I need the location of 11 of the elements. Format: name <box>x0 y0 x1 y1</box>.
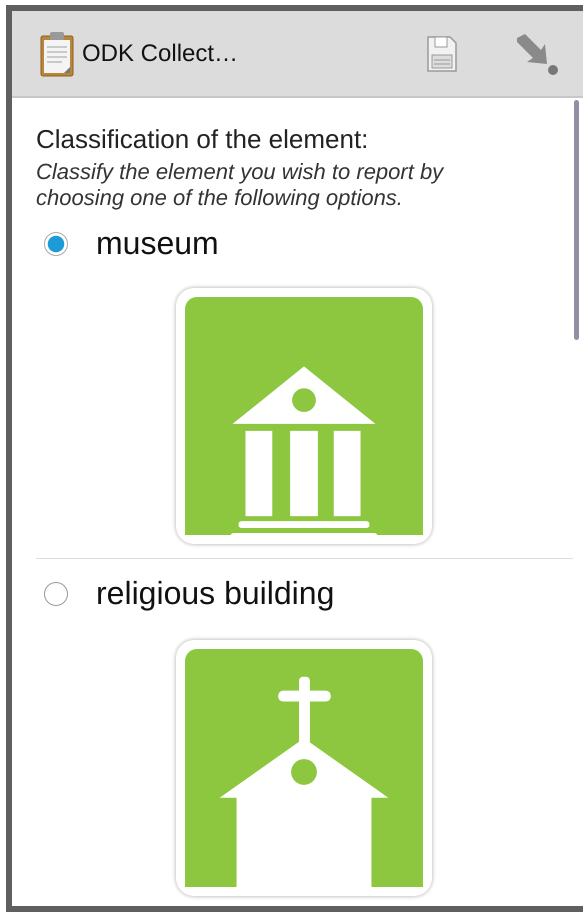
option-label[interactable]: religious building <box>96 575 334 612</box>
radio-button[interactable] <box>44 232 68 256</box>
question-label: Classification of the element: <box>36 124 370 155</box>
arrow-icon[interactable] <box>515 32 559 76</box>
app-title: ODK Collect… <box>82 40 238 68</box>
question-hint: Classify the element you wish to report by choosing one of the following options. <box>36 159 445 211</box>
radio-button[interactable] <box>44 582 68 606</box>
clipboard-icon <box>40 30 74 76</box>
option-label[interactable]: museum <box>96 225 219 262</box>
save-icon[interactable] <box>427 34 457 72</box>
scrollbar[interactable] <box>574 100 579 340</box>
